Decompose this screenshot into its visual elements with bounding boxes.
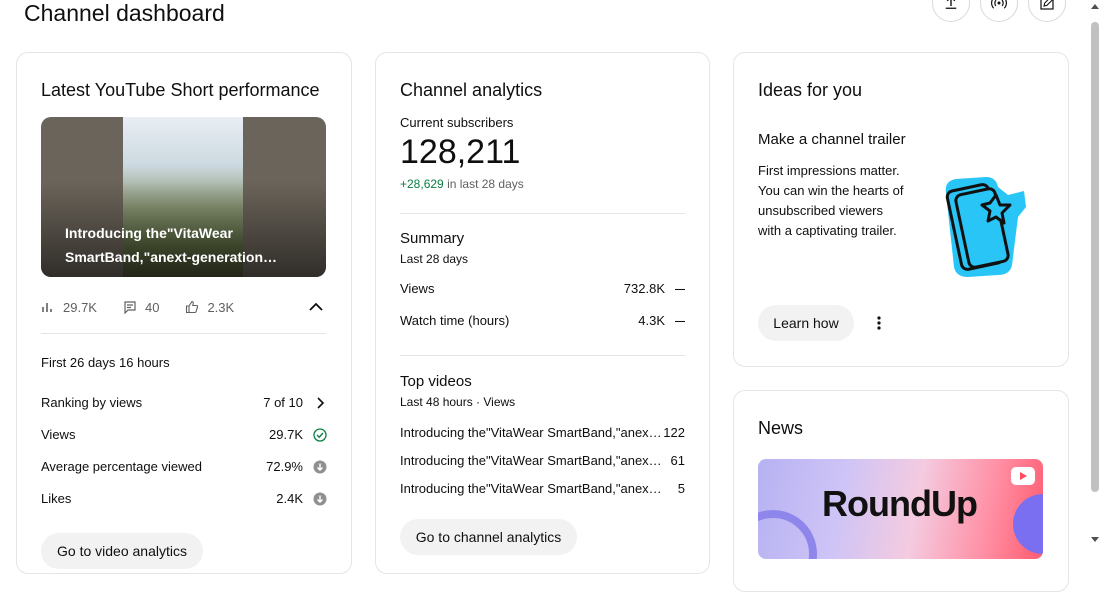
news-card: News RoundUp [733, 390, 1069, 592]
likes-stat: 2.3K [185, 300, 234, 315]
news-banner[interactable]: RoundUp [758, 459, 1043, 559]
upload-button[interactable] [932, 0, 970, 22]
page-title: Channel dashboard [24, 0, 225, 26]
ideas-card: Ideas for you Make a channel trailer Fir… [733, 52, 1069, 367]
top-video-views: 5 [677, 481, 685, 496]
chevron-up-icon[interactable] [306, 297, 326, 317]
dash-icon [675, 289, 685, 290]
go-live-button[interactable] [980, 0, 1018, 22]
arrow-down-circle-icon [313, 460, 327, 474]
watch-time-label: Watch time (hours) [400, 313, 510, 328]
short-stats: 29.7K 40 2.3K [41, 297, 326, 317]
youtube-icon [1011, 467, 1035, 485]
likes-label: Likes [41, 491, 72, 506]
watch-time-value: 4.3K [638, 313, 665, 328]
idea-text-line: unsubscribed viewers [758, 203, 884, 218]
check-circle-icon [313, 428, 327, 442]
thumb-up-icon [186, 300, 199, 314]
summary-title: Summary [400, 230, 465, 247]
subscribers-label: Current subscribers [400, 115, 514, 130]
create-post-icon [1040, 0, 1054, 10]
short-thumbnail[interactable]: Introducing the"VitaWear SmartBand,"anex… [41, 117, 326, 277]
summary-period: Last 28 days [400, 252, 469, 266]
period-label: First 26 days 16 hours [41, 355, 170, 370]
arrow-down-circle-icon [313, 492, 327, 506]
learn-how-button[interactable]: Learn how [758, 305, 854, 341]
divider [41, 333, 326, 334]
top-videos-title: Top videos [400, 373, 472, 390]
idea-text-line: You can win the hearts of [758, 183, 904, 198]
comment-icon [124, 301, 136, 314]
roundup-logo: RoundUp [822, 483, 978, 524]
top-video-views: 122 [663, 425, 685, 440]
likes-value: 2.4K [276, 491, 303, 506]
card-title: News [758, 418, 804, 438]
views-stat: 29.7K [41, 300, 97, 315]
latest-short-card: Latest YouTube Short performance Introdu… [16, 52, 352, 574]
subscribers-count: 128,211 [400, 133, 521, 171]
views-value: 29.7K [269, 427, 303, 442]
idea-text-line: First impressions matter. [758, 163, 900, 178]
top-videos-period: Last 48 hours · Views [400, 395, 516, 409]
scroll-down-icon[interactable] [1091, 537, 1099, 542]
go-live-icon [991, 0, 1007, 9]
channel-analytics-card: Channel analytics Current subscribers 12… [375, 52, 710, 574]
scrollbar-thumb[interactable] [1091, 22, 1099, 492]
go-to-channel-analytics-button[interactable]: Go to channel analytics [400, 519, 577, 555]
card-title: Channel analytics [400, 80, 543, 100]
top-video-title[interactable]: Introducing the"VitaWear SmartBand,"anex… [400, 481, 662, 496]
chevron-right-icon[interactable] [313, 396, 327, 410]
idea-title: Make a channel trailer [758, 131, 906, 148]
top-video-title[interactable]: Introducing the"VitaWear SmartBand,"anex… [400, 453, 662, 468]
summary-views-value: 732.8K [623, 281, 665, 296]
avg-viewed-value: 72.9% [266, 459, 303, 474]
subscribers-delta: +28,629 in last 28 days [400, 177, 524, 191]
bar-chart-icon [42, 303, 52, 312]
header-actions [932, 0, 1066, 22]
idea-text-line: with a captivating trailer. [758, 223, 897, 238]
dash-icon [675, 321, 685, 322]
page-scrollbar[interactable] [1088, 0, 1102, 546]
top-video-title[interactable]: Introducing the"VitaWear SmartBand,"anex… [400, 425, 662, 440]
top-video-views: 61 [670, 453, 685, 468]
trailer-illustration [945, 177, 1026, 277]
divider [400, 355, 685, 356]
create-post-button[interactable] [1028, 0, 1066, 22]
ranking-value: 7 of 10 [263, 395, 303, 410]
ranking-label: Ranking by views [41, 395, 143, 410]
card-title: Ideas for you [758, 80, 863, 100]
views-label: Views [41, 427, 76, 442]
more-vert-icon[interactable] [870, 314, 888, 332]
go-to-video-analytics-button[interactable]: Go to video analytics [41, 533, 203, 569]
upload-icon [945, 0, 957, 9]
avg-viewed-label: Average percentage viewed [41, 459, 202, 474]
thumbnail-title: Introducing the"VitaWear SmartBand,"anex… [65, 225, 278, 265]
summary-views-label: Views [400, 281, 435, 296]
divider [400, 213, 685, 214]
comments-stat: 40 [123, 300, 159, 315]
card-title: Latest YouTube Short performance [41, 80, 320, 100]
scroll-up-icon[interactable] [1091, 4, 1099, 9]
